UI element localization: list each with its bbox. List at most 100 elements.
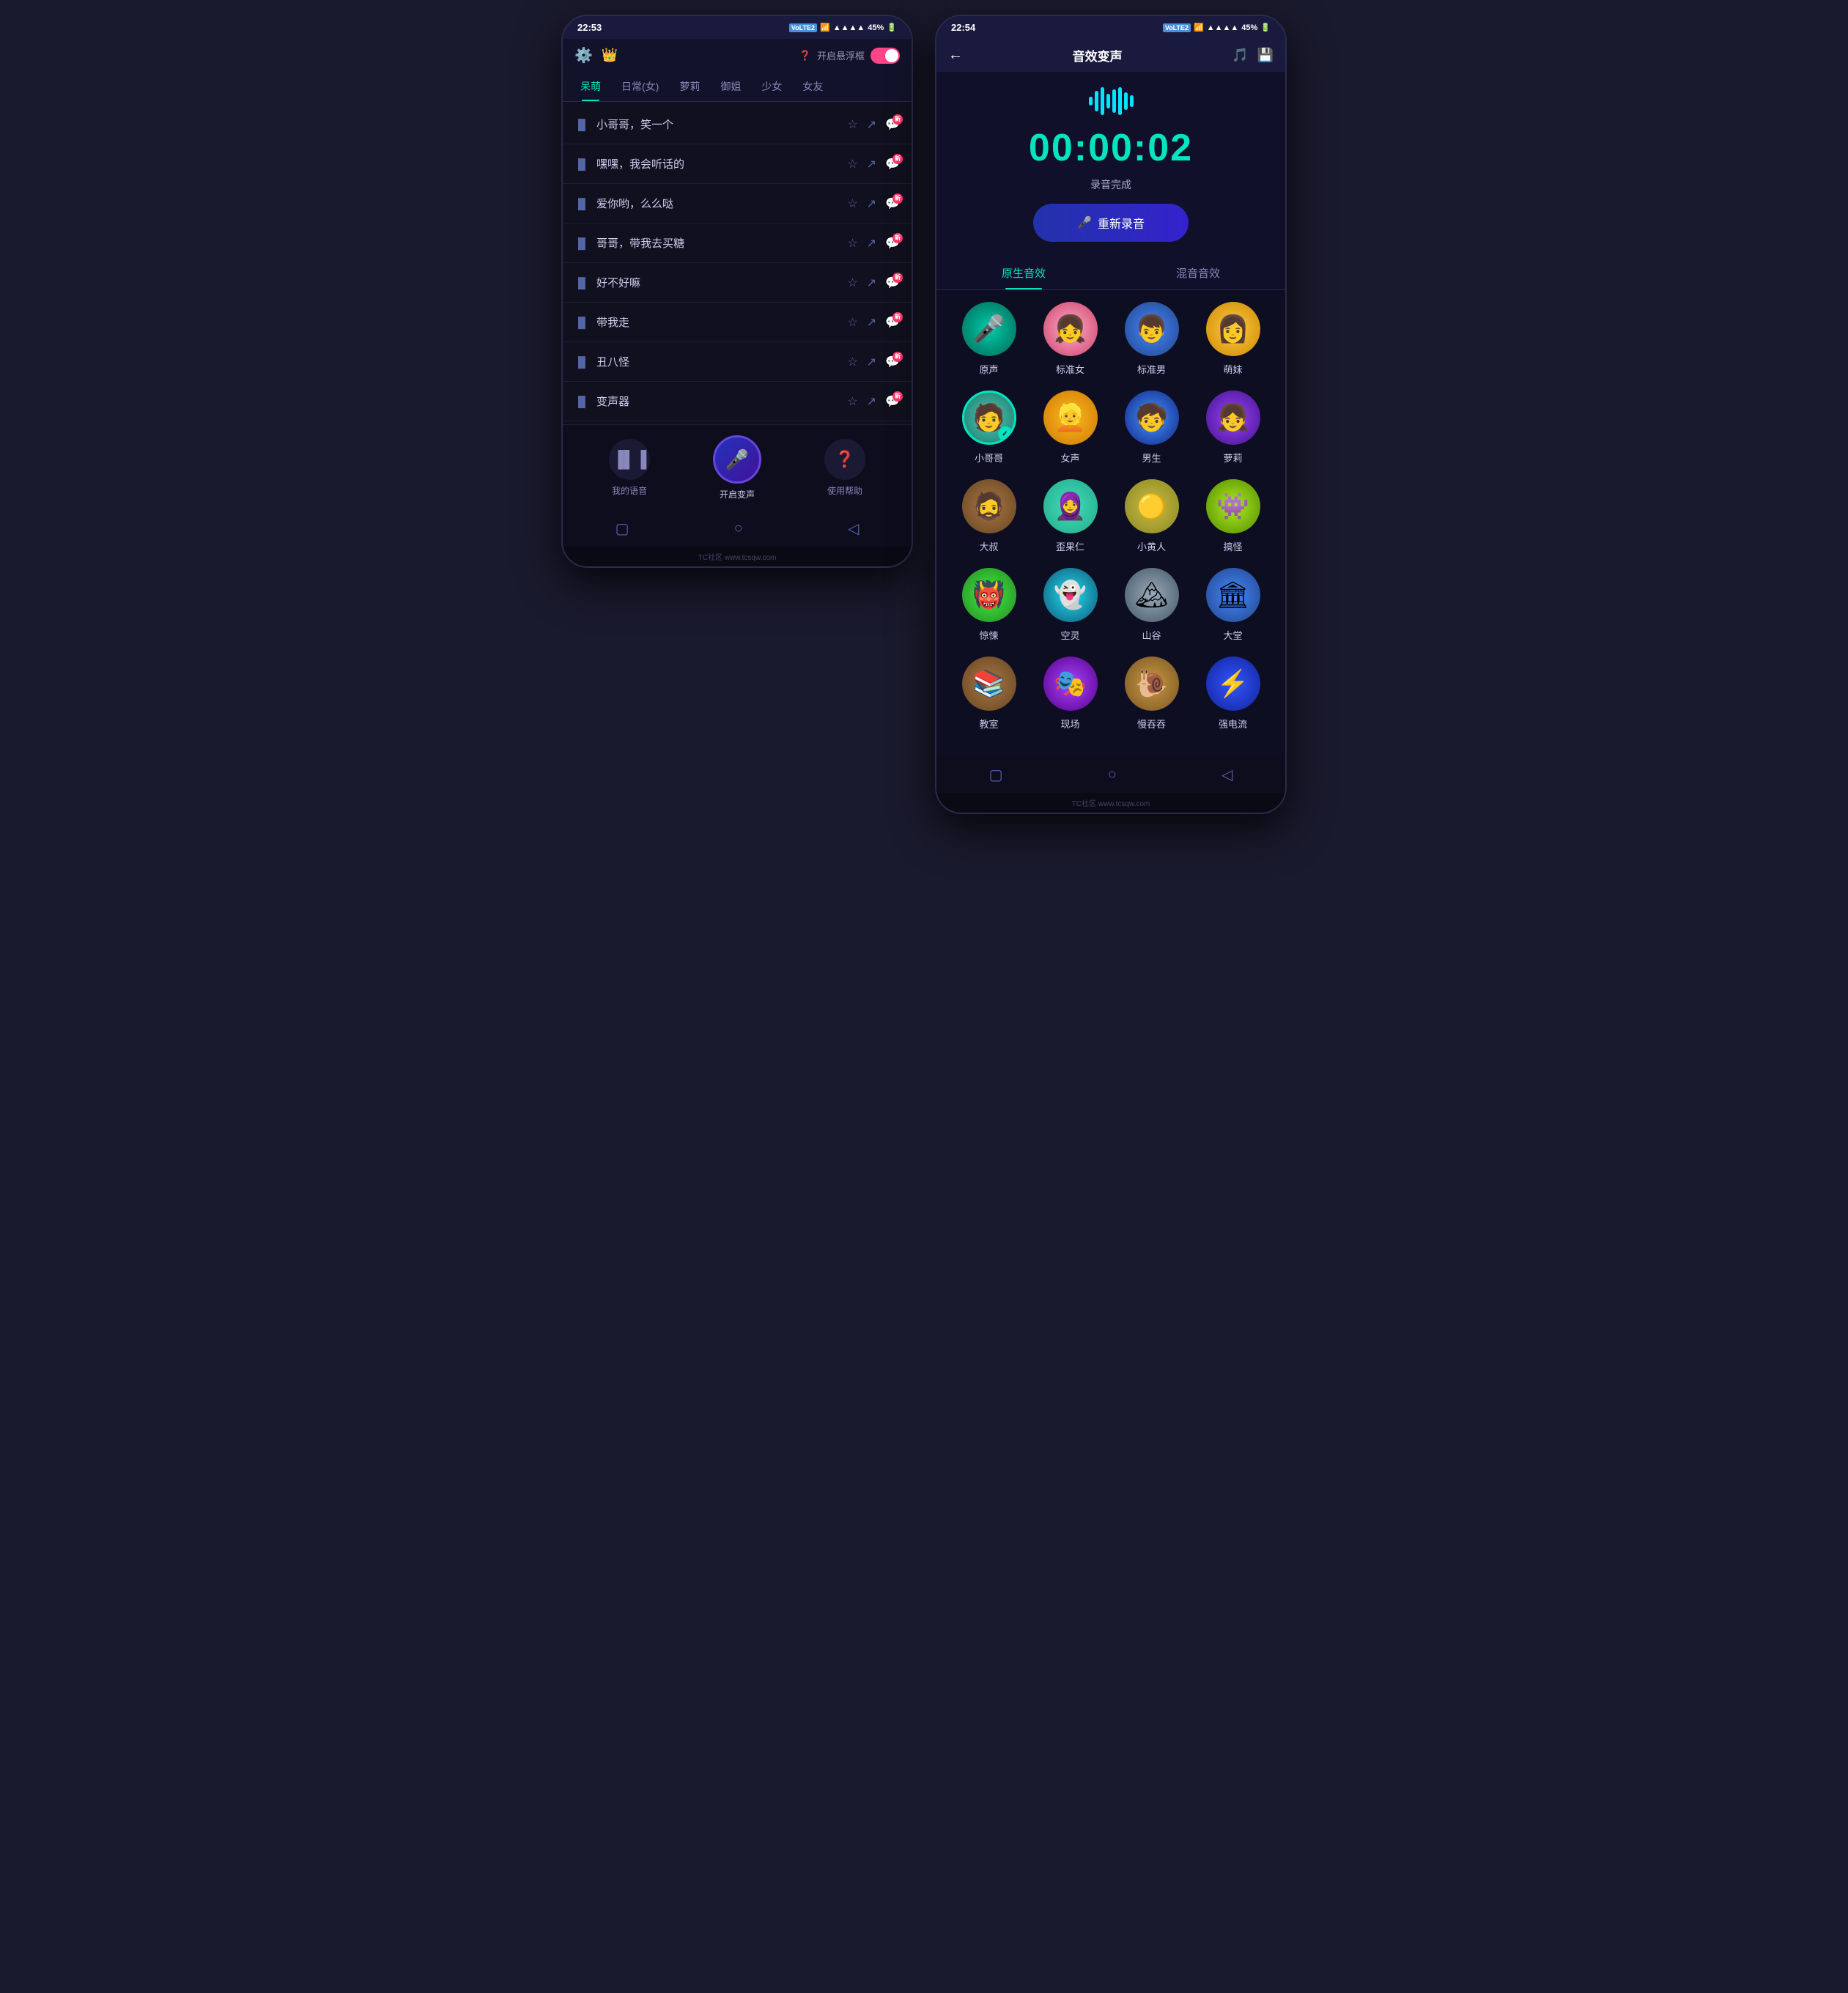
effect-山谷[interactable]: 🏔 山谷 bbox=[1125, 568, 1179, 642]
effect-空灵[interactable]: 👻 空灵 bbox=[1043, 568, 1098, 642]
list-item[interactable]: ▐▌ 丑八怪 ☆ ↗ 💬 新 bbox=[563, 342, 912, 382]
battery-icon-2: 🔋 bbox=[1260, 23, 1271, 32]
effect-小哥哥[interactable]: 🧑 ✓ 小哥哥 bbox=[962, 391, 1016, 465]
new-dot: 新 bbox=[892, 154, 903, 164]
my-voice-button[interactable]: ▐▌▐ 我的语音 bbox=[609, 439, 650, 497]
wave-bar bbox=[1095, 91, 1098, 111]
start-voice-change-button[interactable]: 🎤 开启变声 bbox=[713, 435, 761, 500]
time-2: 22:54 bbox=[951, 22, 975, 33]
export-icon[interactable]: ↗ bbox=[867, 236, 876, 251]
list-item[interactable]: ▐▌ 爱你哟，么么哒 ☆ ↗ 💬 新 bbox=[563, 184, 912, 223]
effect-强电流[interactable]: ⚡ 强电流 bbox=[1206, 657, 1260, 731]
signal-icon-2: ▲▲▲▲ bbox=[1207, 23, 1239, 32]
wave-bar bbox=[1112, 89, 1116, 113]
effect-大堂[interactable]: 🏛 大堂 bbox=[1206, 568, 1260, 642]
nav-circle-icon-2[interactable]: ○ bbox=[1108, 766, 1117, 783]
list-item[interactable]: ▐▌ 哥哥，带我去买糖 ☆ ↗ 💬 新 bbox=[563, 223, 912, 263]
help-button[interactable]: ❓ 使用帮助 bbox=[824, 439, 865, 497]
item-actions: ☆ ↗ 💬 新 bbox=[847, 236, 900, 251]
rerecord-button[interactable]: 🎤 重新录音 bbox=[1033, 204, 1189, 242]
nav-circle-icon[interactable]: ○ bbox=[734, 520, 743, 537]
star-icon[interactable]: ☆ bbox=[847, 196, 857, 211]
sound-wave bbox=[1089, 86, 1134, 116]
effect-惊悚[interactable]: 👹 惊悚 bbox=[962, 568, 1016, 642]
export-icon[interactable]: ↗ bbox=[867, 315, 876, 330]
star-icon[interactable]: ☆ bbox=[847, 355, 857, 369]
effect-大叔[interactable]: 🧔 大叔 bbox=[962, 479, 1016, 553]
waveform-icon: ▐▌ bbox=[574, 356, 589, 368]
effect-avatar-萝莉: 👧 bbox=[1206, 391, 1260, 445]
effect-慢吞吞[interactable]: 🐌 慢吞吞 bbox=[1125, 657, 1179, 731]
list-item[interactable]: ▐▌ 变声器 ☆ ↗ 💬 新 bbox=[563, 382, 912, 421]
export-icon[interactable]: ↗ bbox=[867, 196, 876, 211]
crown-icon[interactable]: 👑 bbox=[602, 48, 618, 63]
effect-女声[interactable]: 👱 女声 bbox=[1043, 391, 1098, 465]
nav-triangle-icon[interactable]: ◁ bbox=[848, 519, 859, 538]
save-icon[interactable]: 💾 bbox=[1257, 48, 1274, 63]
waveform-icon: ▐▌ bbox=[574, 158, 589, 170]
back-button[interactable]: ← bbox=[948, 47, 963, 64]
nav-triangle-icon-2[interactable]: ◁ bbox=[1221, 766, 1232, 784]
waveform-icon: ▐▌ bbox=[574, 396, 589, 407]
effect-avatar-强电流: ⚡ bbox=[1206, 657, 1260, 711]
nav-square-icon[interactable]: ▢ bbox=[616, 519, 629, 538]
export-icon[interactable]: ↗ bbox=[867, 394, 876, 409]
list-item[interactable]: ▐▌ 好不好嘛 ☆ ↗ 💬 新 bbox=[563, 263, 912, 303]
new-dot: 新 bbox=[892, 193, 903, 204]
effect-原声[interactable]: 🎤 原声 bbox=[962, 302, 1016, 376]
export-icon[interactable]: ↗ bbox=[867, 117, 876, 132]
waveform-icon: ▐▌ bbox=[574, 277, 589, 289]
tab-御姐[interactable]: 御姐 bbox=[710, 72, 751, 101]
tab-女友[interactable]: 女友 bbox=[792, 72, 833, 101]
mic-btn-icon: 🎤 bbox=[713, 435, 761, 484]
status-right-2: VoLTE2 📶 ▲▲▲▲ 45% 🔋 bbox=[1163, 23, 1271, 32]
export-icon[interactable]: ↗ bbox=[867, 276, 876, 290]
new-badge-wrap: 💬 新 bbox=[885, 355, 900, 369]
question-btn-icon: ❓ bbox=[824, 439, 865, 480]
item-actions: ☆ ↗ 💬 新 bbox=[847, 117, 900, 132]
export-icon[interactable]: ↗ bbox=[867, 157, 876, 171]
status-bar-1: 22:53 VoLTE2 📶 ▲▲▲▲ 45% 🔋 bbox=[563, 16, 912, 39]
gear-icon[interactable]: ⚙️ bbox=[574, 46, 593, 64]
list-item[interactable]: ▐▌ 带我走 ☆ ↗ 💬 新 bbox=[563, 303, 912, 342]
star-icon[interactable]: ☆ bbox=[847, 276, 857, 290]
effect-标准女[interactable]: 👧 标准女 bbox=[1043, 302, 1098, 376]
tab-少女[interactable]: 少女 bbox=[751, 72, 792, 101]
volte-badge-1: VoLTE2 bbox=[789, 23, 817, 32]
list-item[interactable]: ▐▌ 嘿嘿，我会听话的 ☆ ↗ 💬 新 bbox=[563, 144, 912, 184]
star-icon[interactable]: ☆ bbox=[847, 394, 857, 409]
list-item[interactable]: ▐▌ 小哥哥，笑一个 ☆ ↗ 💬 新 bbox=[563, 105, 912, 144]
effect-搞怪[interactable]: 👾 搞怪 bbox=[1206, 479, 1260, 553]
tab-日常女[interactable]: 日常(女) bbox=[611, 72, 669, 101]
effect-歪果仁[interactable]: 🧕 歪果仁 bbox=[1043, 479, 1098, 553]
item-actions: ☆ ↗ 💬 新 bbox=[847, 196, 900, 211]
effect-萌妹[interactable]: 👩 萌妹 bbox=[1206, 302, 1260, 376]
tab-native-effects[interactable]: 原生音效 bbox=[936, 256, 1111, 289]
star-icon[interactable]: ☆ bbox=[847, 117, 857, 132]
effect-教室[interactable]: 📚 教室 bbox=[962, 657, 1016, 731]
list-area: ▐▌ 小哥哥，笑一个 ☆ ↗ 💬 新 ▐▌ 嘿嘿，我会听话的 ☆ ↗ 💬 新 bbox=[563, 102, 912, 424]
effect-现场[interactable]: 🎭 现场 bbox=[1043, 657, 1098, 731]
item-actions: ☆ ↗ 💬 新 bbox=[847, 276, 900, 290]
wifi-icon-1: 📶 bbox=[820, 23, 830, 32]
tab-萝莉[interactable]: 萝莉 bbox=[669, 72, 710, 101]
item-actions: ☆ ↗ 💬 新 bbox=[847, 157, 900, 171]
help-icon[interactable]: ❓ bbox=[799, 50, 811, 62]
effect-萝莉[interactable]: 👧 萝莉 bbox=[1206, 391, 1260, 465]
effects-row-4: 👹 惊悚 👻 空灵 🏔 山谷 🏛 大堂 bbox=[948, 568, 1274, 642]
floating-toggle[interactable] bbox=[871, 48, 900, 64]
star-icon[interactable]: ☆ bbox=[847, 236, 857, 251]
export-icon[interactable]: ↗ bbox=[867, 355, 876, 369]
phone1-header: ⚙️ 👑 ❓ 开启悬浮框 bbox=[563, 39, 912, 72]
waveform-icon: ▐▌ bbox=[574, 237, 589, 249]
effect-标准男[interactable]: 👦 标准男 bbox=[1125, 302, 1179, 376]
effect-小黄人[interactable]: 🟡 小黄人 bbox=[1125, 479, 1179, 553]
star-icon[interactable]: ☆ bbox=[847, 157, 857, 171]
effects-grid: 🎤 原声 👧 标准女 👦 标准男 👩 萌妹 bbox=[936, 290, 1285, 757]
music-list-icon[interactable]: 🎵 bbox=[1232, 48, 1248, 63]
tab-呆萌[interactable]: 呆萌 bbox=[570, 72, 611, 101]
nav-square-icon-2[interactable]: ▢ bbox=[989, 766, 1003, 784]
star-icon[interactable]: ☆ bbox=[847, 315, 857, 330]
effect-男生[interactable]: 🧒 男生 bbox=[1125, 391, 1179, 465]
tab-mixed-effects[interactable]: 混音音效 bbox=[1111, 256, 1285, 289]
